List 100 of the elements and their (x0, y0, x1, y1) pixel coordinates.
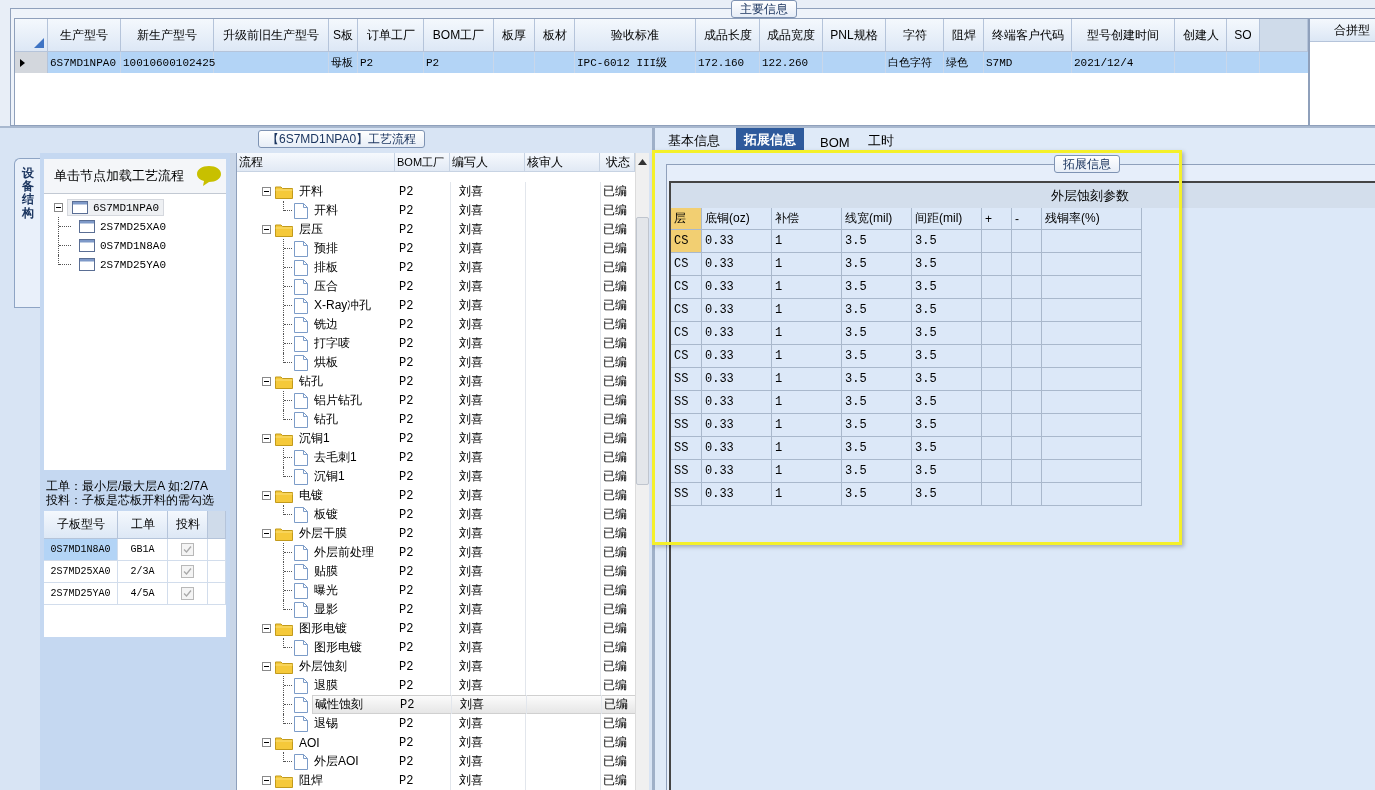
table-cell[interactable]: CS (671, 253, 702, 276)
table-cell[interactable]: 3.5 (842, 230, 912, 253)
table-cell[interactable] (1012, 345, 1042, 368)
table-cell[interactable] (1042, 391, 1142, 414)
table-cell[interactable] (1042, 368, 1142, 391)
column-header[interactable]: 编写人 (450, 153, 525, 171)
table-cell[interactable]: 0.33 (702, 230, 772, 253)
table-cell[interactable]: 2S7MD25XA0 (44, 561, 118, 583)
column-header[interactable]: - (1012, 208, 1042, 230)
table-cell[interactable]: SS (671, 437, 702, 460)
table-cell[interactable] (982, 276, 1012, 299)
table-cell[interactable]: 1 (772, 345, 842, 368)
table-cell[interactable]: 3.5 (912, 322, 982, 345)
table-cell[interactable]: 1 (772, 368, 842, 391)
tree-node[interactable]: 2S7MD25XA0 (75, 219, 170, 234)
table-cell[interactable]: 3.5 (842, 437, 912, 460)
table-cell[interactable]: 3.5 (912, 391, 982, 414)
table-cell[interactable] (1042, 230, 1142, 253)
table-cell[interactable]: 0.33 (702, 299, 772, 322)
column-header[interactable]: BOM工厂 (395, 153, 450, 171)
table-cell[interactable]: 0.33 (702, 368, 772, 391)
table-cell[interactable]: 1 (772, 483, 842, 506)
tree-row[interactable]: 碱性蚀刻 P2 刘喜 已编 (312, 695, 637, 714)
table-cell[interactable]: 0.33 (702, 483, 772, 506)
table-cell[interactable] (982, 368, 1012, 391)
table-cell[interactable]: 3.5 (912, 483, 982, 506)
table-cell[interactable]: 0.33 (702, 414, 772, 437)
collapse-icon[interactable] (262, 624, 271, 633)
table-cell[interactable]: 3.5 (912, 460, 982, 483)
table-cell[interactable]: 3.5 (912, 437, 982, 460)
table-cell[interactable]: 0.33 (702, 460, 772, 483)
table-cell[interactable]: SS (671, 414, 702, 437)
table-cell[interactable] (1012, 414, 1042, 437)
scrollbar[interactable] (635, 153, 649, 790)
table-cell[interactable] (1012, 253, 1042, 276)
column-header[interactable]: 间距(mil) (912, 208, 982, 230)
tab[interactable]: 拓展信息 (736, 128, 804, 152)
table-cell[interactable]: 1 (772, 253, 842, 276)
table-cell[interactable]: CS (671, 230, 702, 253)
column-header[interactable]: 线宽(mil) (842, 208, 912, 230)
collapse-icon[interactable] (262, 529, 271, 538)
table-cell[interactable] (1042, 460, 1142, 483)
table-cell[interactable] (982, 460, 1012, 483)
table-cell[interactable] (1012, 483, 1042, 506)
collapse-icon[interactable] (262, 776, 271, 785)
table-cell[interactable]: CS (671, 299, 702, 322)
table-cell[interactable] (982, 345, 1012, 368)
table-cell[interactable] (1042, 483, 1142, 506)
table-cell[interactable]: 3.5 (842, 345, 912, 368)
collapse-icon[interactable] (54, 203, 63, 212)
table-cell[interactable] (982, 322, 1012, 345)
tab[interactable]: 基本信息 (666, 130, 722, 152)
table-cell[interactable]: 1 (772, 391, 842, 414)
table-cell[interactable]: CS (671, 322, 702, 345)
table-cell[interactable]: 3.5 (912, 345, 982, 368)
table-cell[interactable]: 3.5 (842, 391, 912, 414)
table-cell[interactable] (1042, 345, 1142, 368)
table-cell[interactable]: 3.5 (842, 299, 912, 322)
tab[interactable]: 工时 (865, 130, 896, 152)
table-cell[interactable] (982, 437, 1012, 460)
table-cell[interactable] (1012, 230, 1042, 253)
table-cell[interactable]: 0.33 (702, 391, 772, 414)
table-cell[interactable]: 3.5 (912, 276, 982, 299)
column-header[interactable]: 合拼型 (1310, 19, 1375, 42)
table-cell[interactable] (982, 253, 1012, 276)
collapse-icon[interactable] (262, 377, 271, 386)
table-cell[interactable]: 1 (772, 299, 842, 322)
table-cell[interactable] (982, 299, 1012, 322)
tree-node[interactable]: 2S7MD25YA0 (75, 257, 170, 272)
table-cell[interactable]: 2S7MD25YA0 (44, 583, 118, 605)
table-cell[interactable] (1042, 437, 1142, 460)
table-cell[interactable]: CS (671, 345, 702, 368)
table-cell[interactable]: 0.33 (702, 345, 772, 368)
collapse-icon[interactable] (262, 225, 271, 234)
table-cell[interactable]: 3.5 (912, 253, 982, 276)
table-cell[interactable] (1012, 322, 1042, 345)
collapse-icon[interactable] (262, 662, 271, 671)
table-cell[interactable] (1042, 276, 1142, 299)
table-cell[interactable] (982, 391, 1012, 414)
table-cell[interactable]: 0.33 (702, 322, 772, 345)
table-cell[interactable]: 3.5 (842, 368, 912, 391)
tab[interactable]: BOM (818, 133, 852, 152)
table-cell[interactable] (1012, 460, 1042, 483)
column-header[interactable]: 工单 (118, 511, 168, 539)
table-cell[interactable] (1012, 299, 1042, 322)
scroll-up-icon[interactable] (638, 159, 647, 165)
collapse-icon[interactable] (262, 187, 271, 196)
table-cell[interactable] (1042, 253, 1142, 276)
tree-node[interactable]: 6S7MD1NPA0 (67, 199, 164, 216)
column-header[interactable]: 补偿 (772, 208, 842, 230)
table-cell[interactable]: 1 (772, 414, 842, 437)
collapse-icon[interactable] (262, 738, 271, 747)
table-row[interactable]: 6S7MD1NPA0 10010600102425 母板 P2 P2 IPC-6012 III级 172.160 122.260 白色字符 绿色 S7MD 2021/12/4 (15, 52, 1308, 73)
table-cell[interactable] (1042, 322, 1142, 345)
table-cell[interactable] (982, 483, 1012, 506)
table-cell[interactable]: 0.33 (702, 437, 772, 460)
table-cell[interactable]: 3.5 (842, 322, 912, 345)
table-cell[interactable]: 3.5 (842, 414, 912, 437)
column-header[interactable]: 底铜(oz) (702, 208, 772, 230)
column-header[interactable]: 层 (671, 208, 702, 230)
